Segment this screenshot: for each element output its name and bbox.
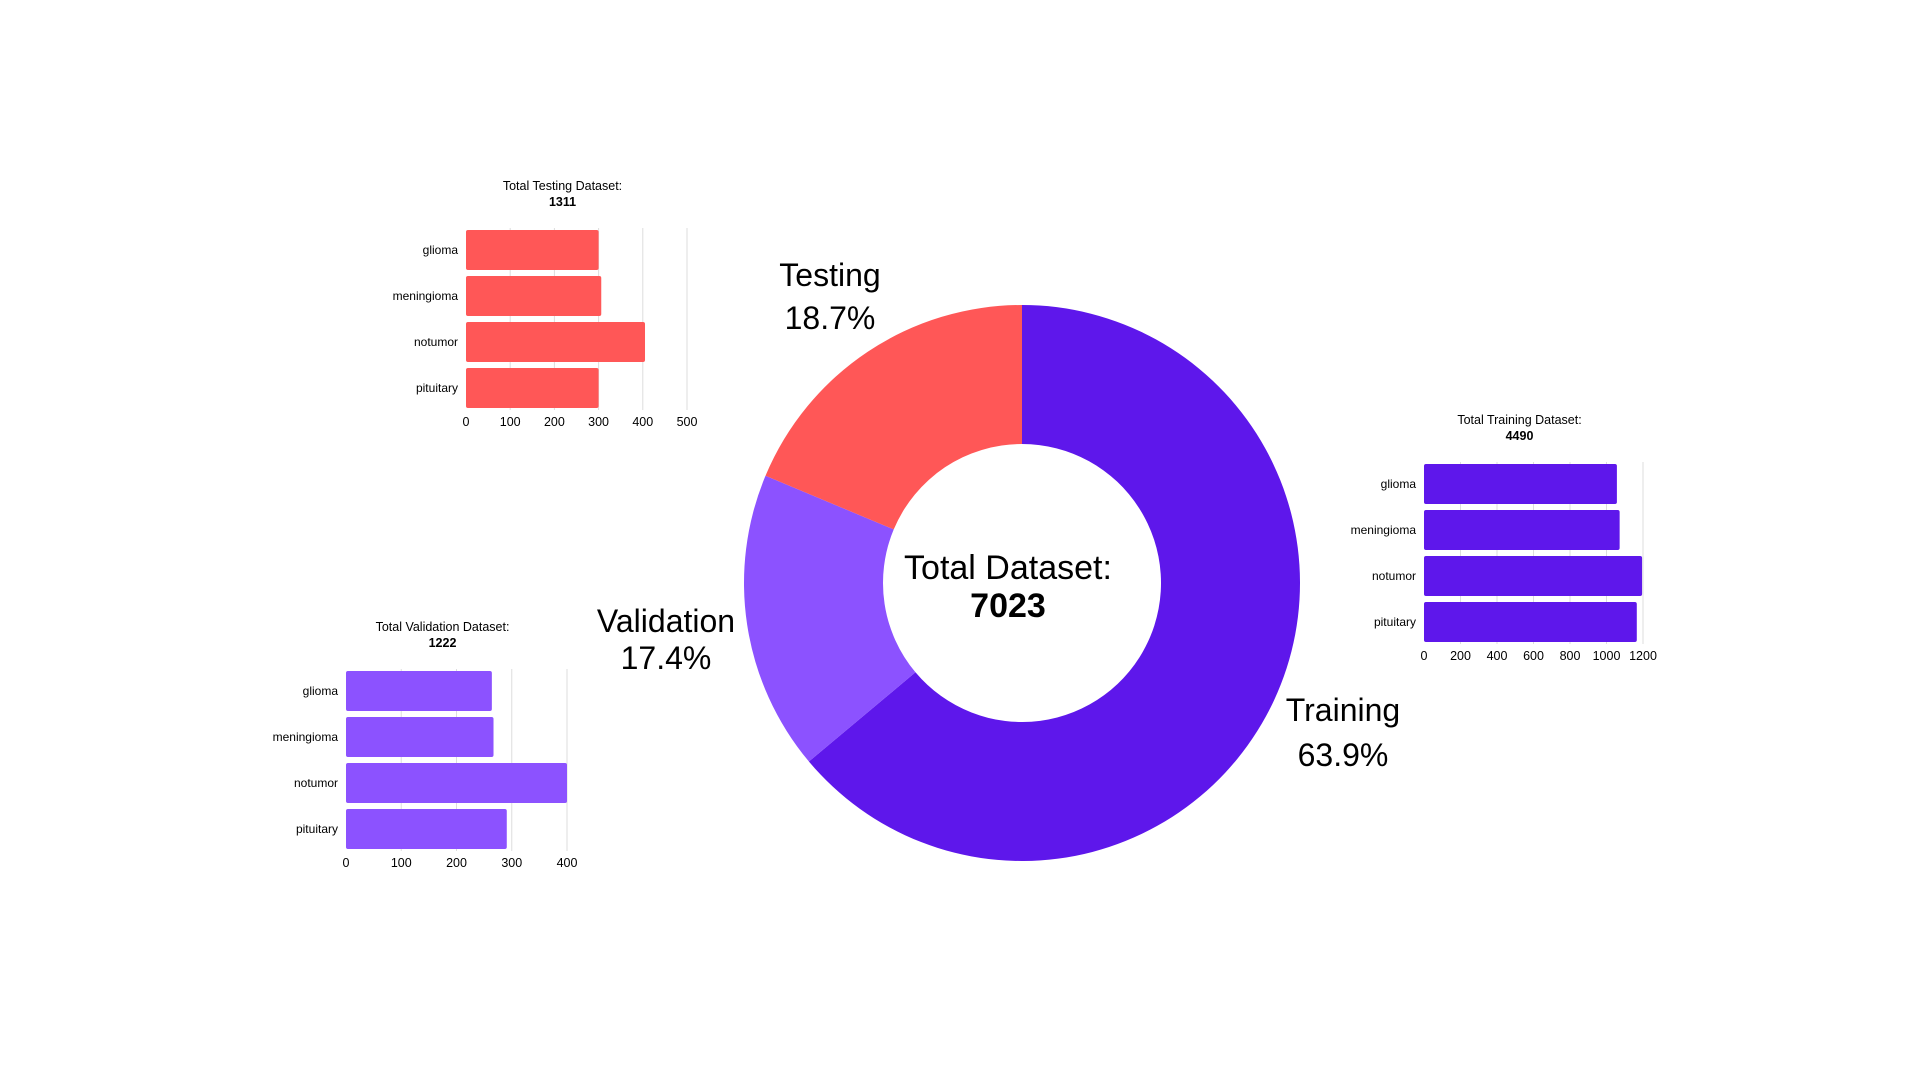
- training-bar-pituitary: [1424, 602, 1637, 642]
- donut-center-title: Total Dataset:: [904, 549, 1112, 587]
- testing-category-label: meningioma: [393, 289, 459, 303]
- testing-bar-chart: Total Testing Dataset: 1311 0 100 200 300 400 5…: [393, 179, 698, 429]
- testing-tick-label: 500: [677, 415, 698, 429]
- testing-slice-percent: 18.7%: [785, 300, 876, 336]
- validation-tick-label: 200: [446, 856, 467, 870]
- testing-tick-label: 400: [632, 415, 653, 429]
- testing-bar-notumor: [466, 322, 646, 362]
- training-tick-label: 600: [1523, 649, 1544, 663]
- training-chart-title: Total Training Dataset:: [1457, 413, 1581, 427]
- testing-bar-meningioma: [466, 276, 602, 316]
- validation-slice-name: Validation: [597, 603, 735, 639]
- validation-category-label: notumor: [294, 776, 338, 790]
- training-bar-glioma: [1424, 464, 1617, 504]
- testing-tick-label: 200: [544, 415, 565, 429]
- training-tick-label: 400: [1487, 649, 1508, 663]
- validation-tick-label: 300: [501, 856, 522, 870]
- testing-tick-label: 300: [588, 415, 609, 429]
- dataset-split-figure: Total Dataset: 7023 Training 63.9% Valid…: [273, 179, 1657, 870]
- training-tick-label: 800: [1560, 649, 1581, 663]
- testing-bar-pituitary: [466, 368, 599, 408]
- validation-category-label: glioma: [303, 684, 339, 698]
- training-category-label: pituitary: [1374, 615, 1416, 629]
- testing-category-label: pituitary: [416, 381, 458, 395]
- validation-bar-pituitary: [346, 809, 507, 849]
- training-category-label: glioma: [1381, 477, 1417, 491]
- training-tick-label: 200: [1450, 649, 1471, 663]
- training-slice-name: Training: [1286, 692, 1400, 728]
- testing-bar-glioma: [466, 230, 599, 270]
- training-bar-chart: Total Training Dataset: 4490 0 200 400 600 800…: [1351, 413, 1657, 663]
- validation-bar-chart: Total Validation Dataset: 1222 0 100 200 300 4…: [273, 620, 578, 870]
- donut-center-value: 7023: [970, 587, 1046, 625]
- validation-bar-meningioma: [346, 717, 494, 757]
- training-slice-percent: 63.9%: [1298, 737, 1389, 773]
- training-bar-meningioma: [1424, 510, 1620, 550]
- validation-slice-percent: 17.4%: [621, 640, 712, 676]
- validation-tick-label: 100: [391, 856, 412, 870]
- training-category-label: notumor: [1372, 569, 1416, 583]
- training-chart-total: 4490: [1506, 429, 1534, 443]
- validation-chart-total: 1222: [429, 636, 457, 650]
- testing-category-label: notumor: [414, 335, 458, 349]
- validation-bar-notumor: [346, 763, 567, 803]
- validation-category-label: pituitary: [296, 822, 338, 836]
- training-tick-label: 0: [1421, 649, 1428, 663]
- validation-chart-title: Total Validation Dataset:: [376, 620, 510, 634]
- validation-bar-glioma: [346, 671, 492, 711]
- training-category-label: meningioma: [1351, 523, 1417, 537]
- training-tick-label: 1000: [1593, 649, 1621, 663]
- validation-category-label: meningioma: [273, 730, 339, 744]
- testing-tick-label: 0: [463, 415, 470, 429]
- training-tick-label: 1200: [1629, 649, 1657, 663]
- validation-tick-label: 0: [343, 856, 350, 870]
- testing-category-label: glioma: [423, 243, 459, 257]
- testing-tick-label: 100: [500, 415, 521, 429]
- training-bar-notumor: [1424, 556, 1643, 596]
- testing-slice-name: Testing: [779, 257, 880, 293]
- testing-chart-title: Total Testing Dataset:: [503, 179, 622, 193]
- validation-tick-label: 400: [557, 856, 578, 870]
- testing-chart-total: 1311: [549, 195, 576, 209]
